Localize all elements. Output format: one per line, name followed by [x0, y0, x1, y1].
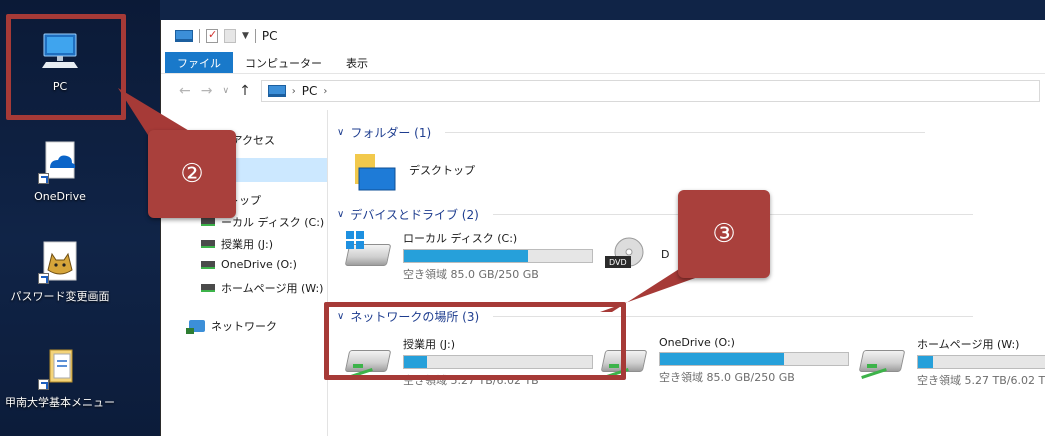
highlight-box-jugyo	[324, 302, 626, 380]
highlight-box-pc	[6, 14, 126, 120]
step-badge-3: ③	[678, 190, 770, 278]
callout-tail-2	[118, 88, 196, 135]
step-badge-2: ②	[148, 130, 236, 218]
